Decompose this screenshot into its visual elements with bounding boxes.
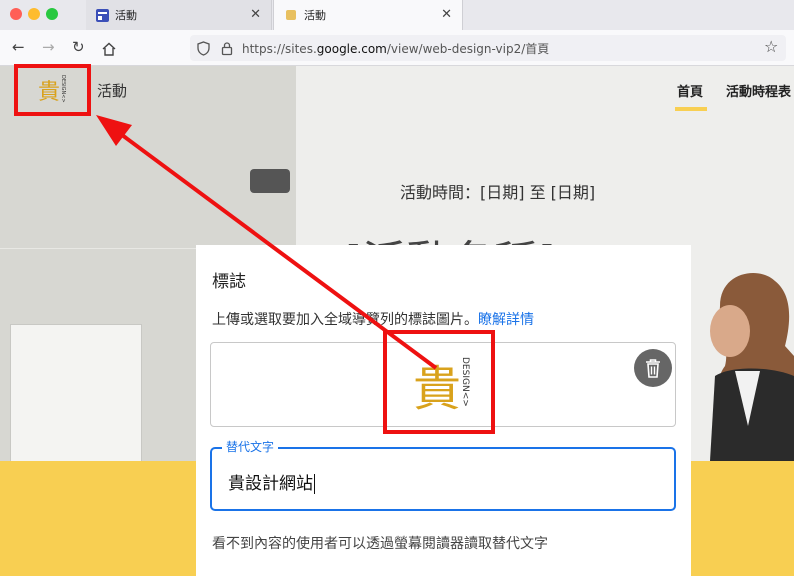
zoom-window-button[interactable]: [46, 8, 58, 20]
tab-activity-1[interactable]: 活動 ✕: [86, 0, 272, 30]
delete-logo-button[interactable]: [634, 349, 672, 387]
nav-active-indicator: [675, 107, 707, 111]
background-person: [710, 273, 794, 461]
alt-text-hint: 看不到內容的使用者可以透過螢幕閱讀器讀取替代文字: [212, 536, 548, 552]
dialog-title: 標誌: [212, 272, 246, 292]
trash-icon: [646, 359, 660, 378]
annotation-box-dialog-logo: [383, 330, 495, 434]
tab-title: 活動: [304, 9, 326, 22]
close-window-button[interactable]: [10, 8, 22, 20]
alt-text-label: 替代文字: [222, 438, 279, 455]
event-time: 活動時間：[日期] 至 [日期]: [400, 183, 596, 202]
reload-icon[interactable]: ↻: [72, 38, 85, 56]
forward-arrow-icon[interactable]: →: [42, 38, 55, 56]
shield-icon[interactable]: [197, 41, 210, 60]
description-text: 上傳或選取要加入全域導覽列的標誌圖片。: [212, 312, 478, 328]
back-arrow-icon[interactable]: ←: [12, 38, 25, 56]
sites-icon: [96, 8, 109, 22]
lock-icon[interactable]: [221, 41, 233, 60]
background-camera: [250, 169, 290, 193]
bookmark-star-icon[interactable]: ☆: [764, 37, 778, 56]
annotation-box-header-logo: [14, 64, 91, 116]
nav-schedule[interactable]: 活動時程表: [726, 81, 791, 100]
text-caret: [314, 474, 315, 494]
tab-activity-2[interactable]: 活動 ✕: [273, 0, 463, 30]
tab-title: 活動: [115, 9, 137, 22]
tab-close-icon[interactable]: ✕: [441, 7, 452, 22]
site-title[interactable]: 活動: [97, 80, 127, 101]
tab-close-icon[interactable]: ✕: [250, 7, 261, 22]
dialog-description: 上傳或選取要加入全域導覽列的標誌圖片。瞭解詳情: [212, 309, 534, 329]
background-whiteboard: [10, 324, 142, 466]
home-icon[interactable]: [101, 41, 117, 60]
alt-text-value: 貴設計網站: [228, 474, 313, 494]
minimize-window-button[interactable]: [28, 8, 40, 20]
learn-more-link[interactable]: 瞭解詳情: [478, 312, 534, 328]
alt-text-input[interactable]: 貴設計網站: [228, 469, 315, 494]
nav-home[interactable]: 首頁: [677, 81, 703, 100]
url-text: https://sites.google.com/view/web-design…: [242, 42, 550, 56]
site-favicon-icon: [286, 10, 296, 20]
